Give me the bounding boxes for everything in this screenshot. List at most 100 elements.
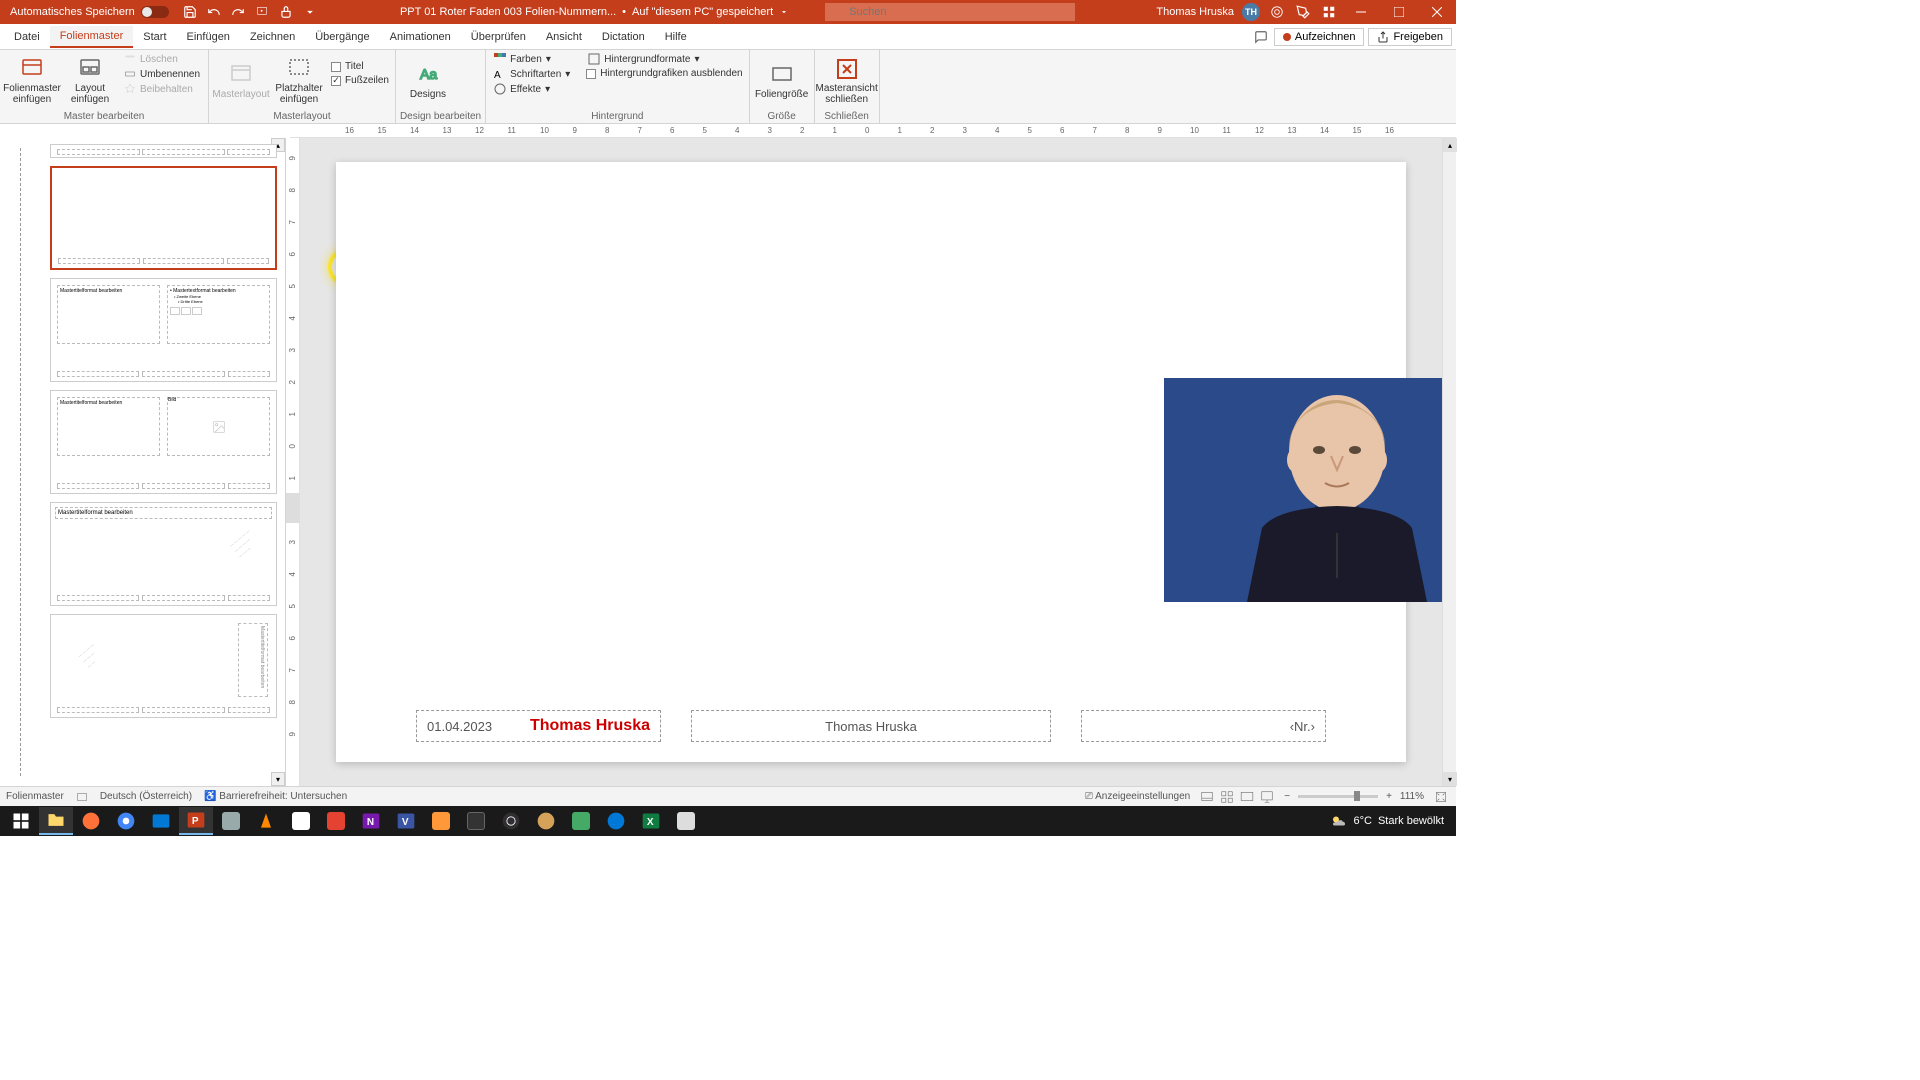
excel-button[interactable]: X xyxy=(634,807,668,835)
menu-einfuegen[interactable]: Einfügen xyxy=(177,27,240,47)
menu-ansicht[interactable]: Ansicht xyxy=(536,27,592,47)
reading-view-button[interactable] xyxy=(1238,789,1256,805)
firefox-button[interactable] xyxy=(74,807,108,835)
toggle-switch[interactable] xyxy=(141,6,169,18)
menu-start[interactable]: Start xyxy=(133,27,176,47)
footer-placeholder[interactable]: Thomas Hruska xyxy=(691,710,1051,742)
start-button[interactable] xyxy=(4,807,38,835)
insert-placeholder-button[interactable]: Platzhalter einfügen xyxy=(271,52,327,110)
app-button-7[interactable] xyxy=(669,807,703,835)
user-avatar[interactable]: TH xyxy=(1242,3,1260,21)
autosave-toggle[interactable]: Automatisches Speichern xyxy=(4,6,175,18)
close-button[interactable] xyxy=(1422,0,1452,24)
close-master-view-button[interactable]: Masteransicht schließen xyxy=(819,52,875,110)
thumb-scroll-down[interactable]: ▾ xyxy=(271,772,285,786)
app-button-1[interactable] xyxy=(214,807,248,835)
insert-layout-button[interactable]: Layout einfügen xyxy=(62,52,118,110)
weather-widget[interactable]: 6°C Stark bewölkt xyxy=(1330,812,1445,830)
menu-dictation[interactable]: Dictation xyxy=(592,27,655,47)
scroll-down-button[interactable]: ▾ xyxy=(1443,772,1457,786)
menu-folienmaster[interactable]: Folienmaster xyxy=(50,26,134,48)
zoom-level[interactable]: 111% xyxy=(1400,791,1424,802)
comments-button[interactable] xyxy=(1252,28,1270,46)
slide-size-button[interactable]: Foliengröße xyxy=(754,52,810,110)
svg-text:X: X xyxy=(647,817,654,828)
redo-button[interactable] xyxy=(229,3,247,21)
menu-ueberpruefen[interactable]: Überprüfen xyxy=(461,27,536,47)
app-button-3[interactable] xyxy=(424,807,458,835)
colors-button[interactable]: Farben▾ xyxy=(490,52,574,66)
fonts-button[interactable]: ASchriftarten▾ xyxy=(490,67,574,81)
webcam-overlay xyxy=(1164,378,1442,602)
menu-animationen[interactable]: Animationen xyxy=(380,27,461,47)
search-input[interactable] xyxy=(825,3,1075,21)
zoom-out-button[interactable]: − xyxy=(1284,791,1290,802)
scroll-up-button[interactable]: ▴ xyxy=(1443,138,1457,152)
todoist-button[interactable] xyxy=(319,807,353,835)
chrome-button[interactable] xyxy=(109,807,143,835)
obs-button[interactable] xyxy=(494,807,528,835)
zoom-slider[interactable] xyxy=(1298,795,1378,798)
from-beginning-button[interactable] xyxy=(253,3,271,21)
rename-button[interactable]: Umbenennen xyxy=(120,67,204,81)
save-button[interactable] xyxy=(181,3,199,21)
menu-hilfe[interactable]: Hilfe xyxy=(655,27,697,47)
taskbar: P N V X 6°C Stark bewölkt xyxy=(0,806,1456,836)
filename-dropdown-icon[interactable] xyxy=(779,7,789,17)
powerpoint-button[interactable]: P xyxy=(179,807,213,835)
record-button[interactable]: Aufzeichnen xyxy=(1274,28,1365,46)
app-button-4[interactable] xyxy=(459,807,493,835)
menu-datei[interactable]: Datei xyxy=(4,27,50,47)
splitter-handle[interactable] xyxy=(286,493,300,523)
effects-button[interactable]: Effekte▾ xyxy=(490,82,574,96)
footers-checkbox[interactable]: Fußzeilen xyxy=(329,74,391,87)
menu-zeichnen[interactable]: Zeichnen xyxy=(240,27,305,47)
background-formats-button[interactable]: Hintergrundformate▾ xyxy=(584,52,744,66)
app-button-5[interactable] xyxy=(529,807,563,835)
fit-window-button[interactable] xyxy=(1432,789,1450,805)
edge-button[interactable] xyxy=(599,807,633,835)
title-checkbox[interactable]: Titel xyxy=(329,60,391,73)
menu-uebergaenge[interactable]: Übergänge xyxy=(305,27,379,47)
thumbnail-panel[interactable]: ▴ Mastertitelformat bearbeiten • Mastert… xyxy=(0,138,286,786)
layout-thumb-5[interactable]: Mastertitelformat bearbeiten — — — —— — … xyxy=(50,614,277,718)
minimize-button[interactable] xyxy=(1346,0,1376,24)
app-button-2[interactable] xyxy=(284,807,318,835)
explorer-button[interactable] xyxy=(39,807,73,835)
insert-slidemaster-button[interactable]: Folienmaster einfügen xyxy=(4,52,60,110)
coming-soon-button[interactable] xyxy=(1268,3,1286,21)
status-language[interactable]: Deutsch (Österreich) xyxy=(100,791,192,802)
layout-thumb-1-selected[interactable] xyxy=(50,166,277,270)
preserve-button: Beibehalten xyxy=(120,82,204,96)
visio-button[interactable]: V xyxy=(389,807,423,835)
slide-canvas[interactable]: ▲ 01.04.2023 Thomas Hruska Thomas Hruska… xyxy=(300,138,1442,786)
layout-thumb-3[interactable]: Mastertitelformat bearbeiten Bild xyxy=(50,390,277,494)
spellcheck-icon[interactable] xyxy=(76,791,88,803)
vlc-button[interactable] xyxy=(249,807,283,835)
zoom-in-button[interactable]: + xyxy=(1386,791,1392,802)
sorter-view-button[interactable] xyxy=(1218,789,1236,805)
app-button-6[interactable] xyxy=(564,807,598,835)
layout-thumb-4[interactable]: Mastertitelformat bearbeiten — — — — —— … xyxy=(50,502,277,606)
onenote-button[interactable]: N xyxy=(354,807,388,835)
undo-button[interactable] xyxy=(205,3,223,21)
maximize-button[interactable] xyxy=(1384,0,1414,24)
layout-thumb-0[interactable] xyxy=(50,144,277,158)
normal-view-button[interactable] xyxy=(1198,789,1216,805)
ink-button[interactable] xyxy=(1294,3,1312,21)
share-button[interactable]: Freigeben xyxy=(1368,28,1452,46)
qat-more-button[interactable] xyxy=(301,3,319,21)
slideshow-view-button[interactable] xyxy=(1258,789,1276,805)
date-placeholder[interactable]: 01.04.2023 Thomas Hruska xyxy=(416,710,661,742)
layout-thumb-2[interactable]: Mastertitelformat bearbeiten • Mastertex… xyxy=(50,278,277,382)
status-accessibility[interactable]: ♿ Barrierefreiheit: Untersuchen xyxy=(204,791,347,802)
outlook-button[interactable] xyxy=(144,807,178,835)
app-grid-button[interactable] xyxy=(1320,3,1338,21)
slide-number-placeholder[interactable]: ‹Nr.› xyxy=(1081,710,1326,742)
touch-mode-button[interactable] xyxy=(277,3,295,21)
status-view-mode[interactable]: Folienmaster xyxy=(6,791,64,802)
vertical-scrollbar[interactable]: ▴ ▾ xyxy=(1442,138,1456,786)
designs-button[interactable]: AaDesigns xyxy=(400,52,456,110)
display-settings[interactable]: ⎚ Anzeigeeinstellungen xyxy=(1085,791,1190,802)
hide-bg-graphics-checkbox[interactable]: Hintergrundgrafiken ausblenden xyxy=(584,67,744,80)
